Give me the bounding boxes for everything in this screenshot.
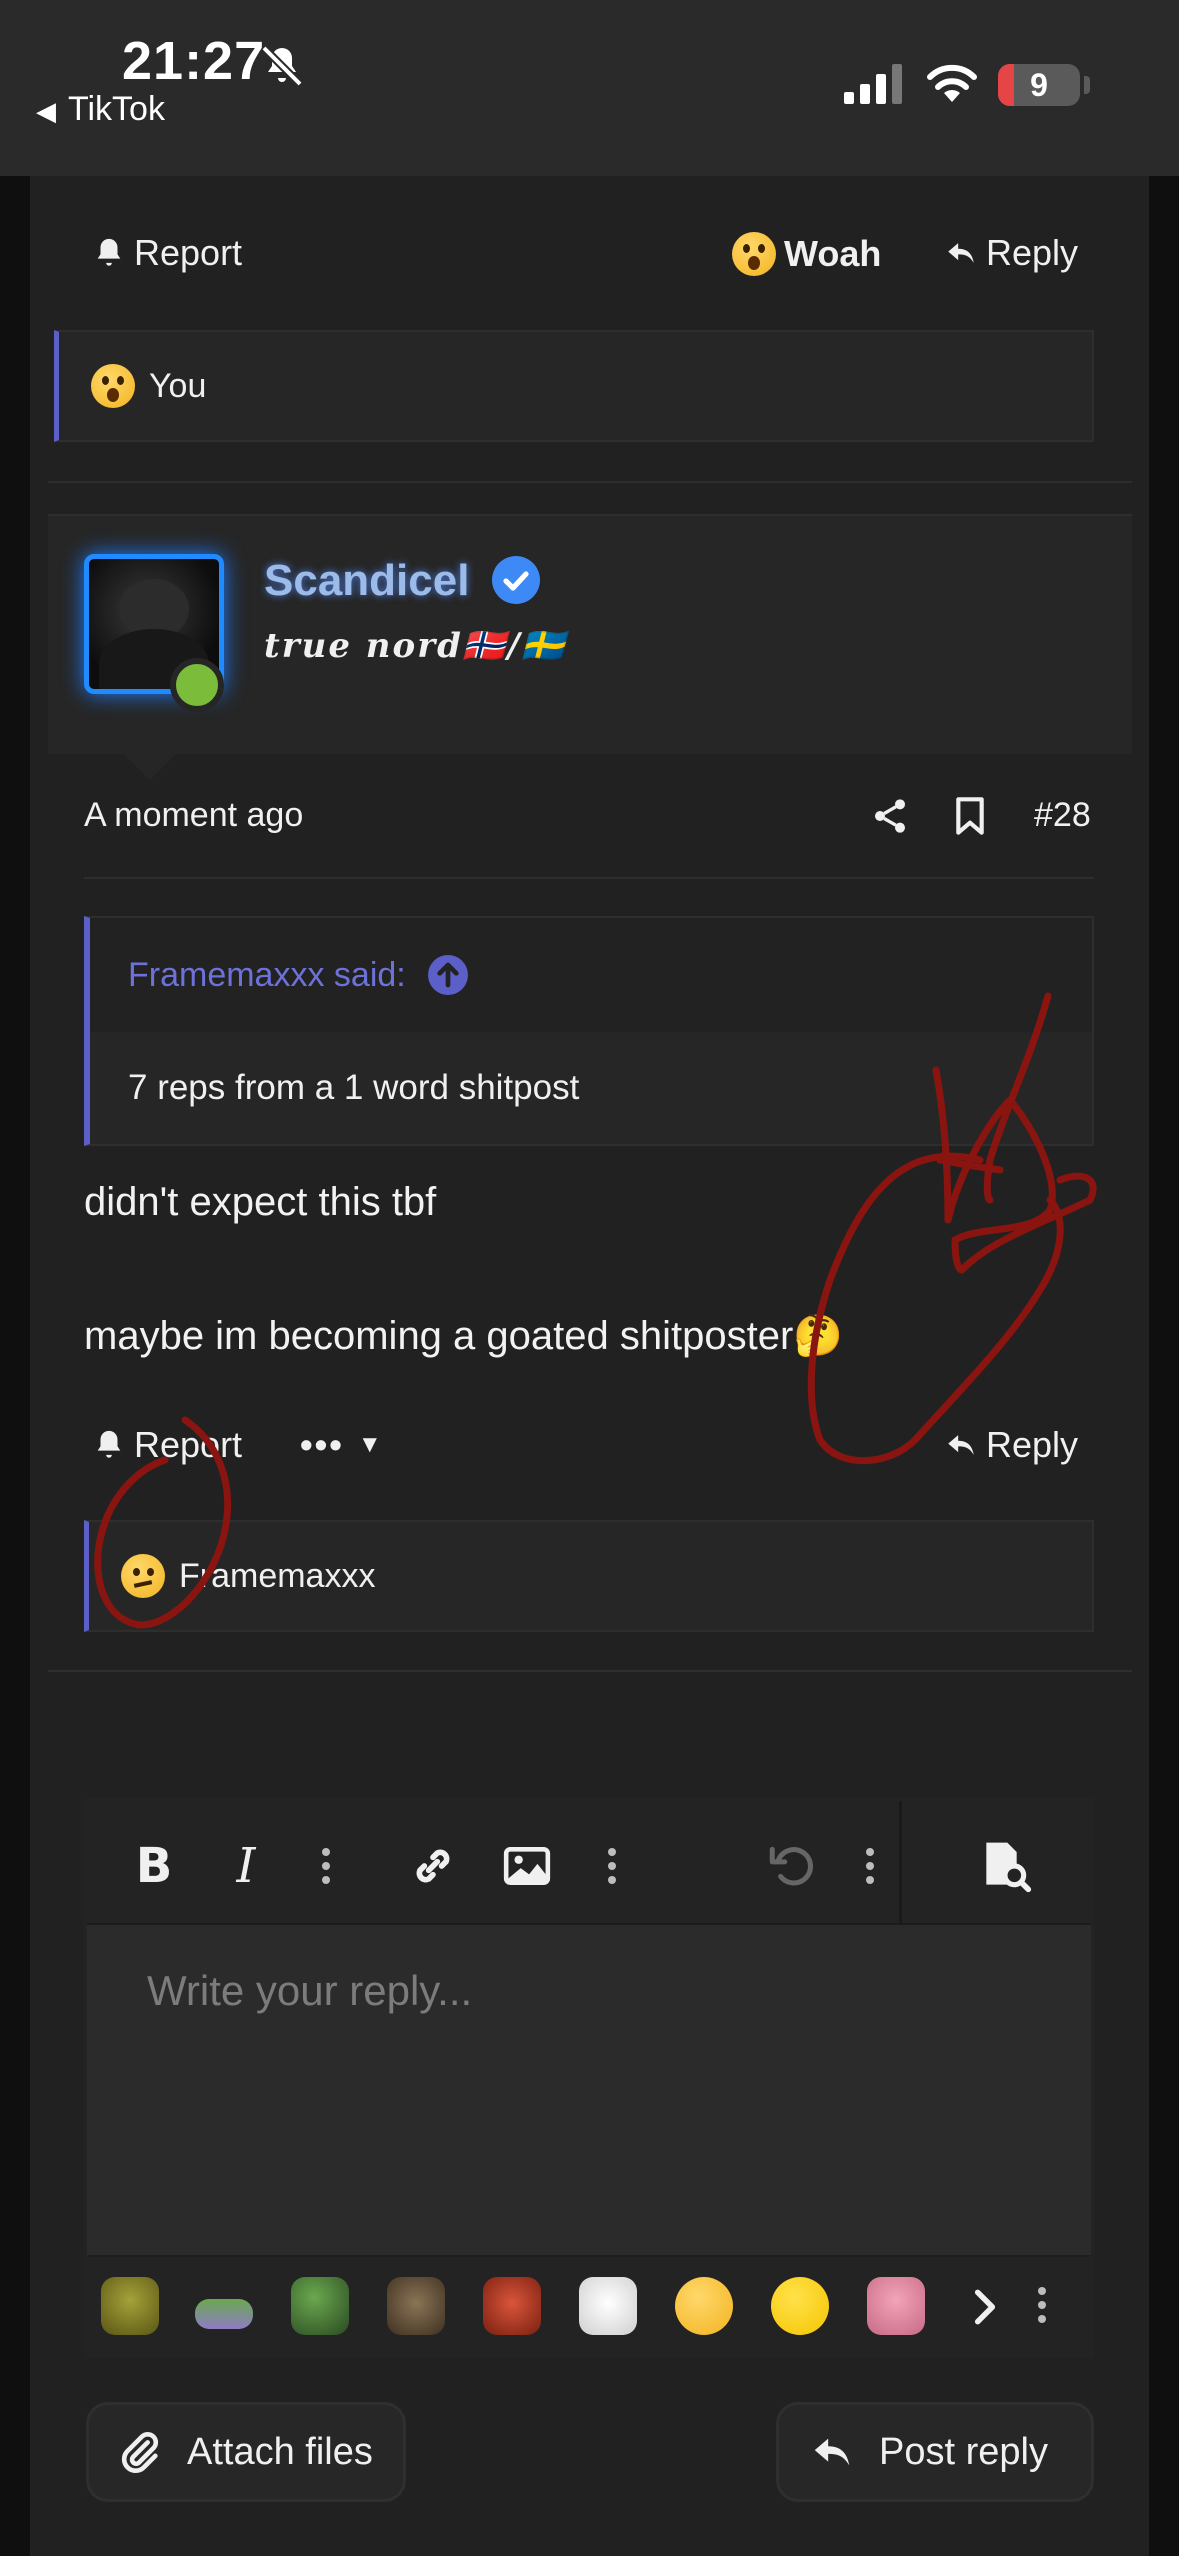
pepe-suit-smilie-icon[interactable] (291, 2277, 349, 2335)
chick-smilie-icon[interactable] (771, 2277, 829, 2335)
prev-post-reactions-bar[interactable]: You (54, 330, 1094, 442)
meta-divider (84, 877, 1094, 879)
post-reply-label: Post reply (879, 2430, 1048, 2473)
bold-icon[interactable]: B (129, 1838, 179, 1894)
smilie-menu-icon[interactable] (1037, 2283, 1051, 2331)
more-actions-menu[interactable]: ••• ▼ (300, 1424, 384, 1466)
link-icon[interactable] (405, 1841, 461, 1891)
more-editor-options-icon[interactable] (855, 1841, 885, 1891)
reply-placeholder: Write your reply... (147, 1967, 473, 2014)
more-text-options-icon[interactable] (311, 1841, 341, 1891)
bell-icon (97, 1430, 121, 1458)
report-label: Report (134, 1424, 243, 1465)
share-icon[interactable] (870, 796, 910, 836)
attach-files-button[interactable]: Attach files (86, 2402, 406, 2502)
quote-author: Framemaxxx said: (128, 955, 406, 994)
battery-indicator: 9 (998, 64, 1080, 106)
astonished-emoji-icon (91, 364, 135, 408)
attach-files-label: Attach files (187, 2430, 373, 2473)
prev-post-reply-button[interactable]: Reply (944, 232, 1078, 274)
quote-header[interactable]: Framemaxxx said: (90, 918, 1092, 1032)
undo-icon[interactable] (763, 1841, 819, 1891)
image-icon[interactable] (499, 1841, 555, 1891)
pepe-sleeping-smilie-icon[interactable] (195, 2299, 253, 2329)
status-time: 21:27 (122, 31, 266, 91)
paperclip-icon (121, 2432, 159, 2473)
post-body-line-1: didn't expect this tbf (84, 1180, 437, 1224)
smilie-bar (87, 2255, 1091, 2355)
battery-level: 9 (1030, 67, 1048, 103)
cellular-signal-icon (844, 64, 902, 104)
post-reply-button[interactable]: Reply (944, 1424, 1078, 1466)
more-label: ••• (300, 1424, 344, 1465)
chevron-right-icon[interactable] (963, 2283, 1007, 2331)
leo-cheers-smilie-icon[interactable] (483, 2277, 541, 2335)
reply-icon (948, 243, 974, 263)
post-body-line-2: maybe im becoming a goated shitposter🤔 (84, 1314, 844, 1358)
reply-label: Reply (986, 1424, 1079, 1465)
reaction-woah-button[interactable]: Woah (732, 232, 881, 276)
shrek-smilie-icon[interactable] (101, 2277, 159, 2335)
post-number-link[interactable]: #28 (1034, 796, 1091, 835)
anime-girl-smilie-icon[interactable] (867, 2277, 925, 2335)
quote-block: Framemaxxx said: 7 reps from a 1 word sh… (84, 916, 1094, 1146)
capybara-smilie-icon[interactable] (387, 2277, 445, 2335)
wifi-icon (927, 64, 977, 102)
post-divider (48, 1670, 1132, 1672)
post-report-button[interactable]: Report (92, 1424, 242, 1466)
bell-muted-icon (261, 45, 303, 87)
laughing-emoji-icon[interactable] (675, 2277, 733, 2335)
post-reactions-bar[interactable]: Framemaxxx (84, 1520, 1094, 1632)
reacted-by: You (149, 366, 207, 405)
quote-text: 7 reps from a 1 word shitpost (128, 1068, 580, 1107)
reply-editor: B I Write your reply... (84, 1798, 1094, 2358)
editor-toolbar: B I (87, 1801, 1091, 1925)
online-status-dot (170, 658, 224, 712)
reply-icon (948, 1435, 974, 1455)
user-title: 𝒕𝒓𝒖𝒆 𝒏𝒐𝒓𝒅🇳🇴/🇸🇪 (264, 626, 566, 666)
post-timestamp[interactable]: A moment ago (84, 796, 303, 835)
wojak-smilie-icon[interactable] (579, 2277, 637, 2335)
back-to-app-link[interactable]: ◀ TikTok (36, 90, 165, 129)
caret-down-icon: ▼ (357, 1431, 384, 1458)
back-arrow-icon: ◀ (36, 96, 56, 126)
bell-icon (97, 238, 121, 266)
preview-icon[interactable] (975, 1841, 1035, 1893)
post-divider (48, 481, 1132, 483)
bookmark-icon[interactable] (952, 796, 988, 836)
arrow-up-icon[interactable] (427, 955, 468, 995)
username-link[interactable]: Scandicel (264, 556, 469, 606)
italic-icon[interactable]: I (221, 1838, 271, 1894)
reply-text-input[interactable]: Write your reply... (87, 1925, 1091, 2255)
post-reply-button[interactable]: Post reply (776, 2402, 1094, 2502)
more-insert-options-icon[interactable] (597, 1841, 627, 1891)
reply-label: Reply (986, 232, 1079, 273)
back-app-label: TikTok (68, 90, 165, 128)
prev-post-report[interactable]: Report (92, 232, 242, 274)
confused-emoji-icon (121, 1554, 165, 1598)
report-label: Report (134, 232, 243, 273)
reacted-by: Framemaxxx (179, 1556, 376, 1595)
reaction-label: Woah (784, 233, 882, 274)
reply-icon (814, 2438, 850, 2466)
verified-badge-icon (492, 556, 540, 604)
status-bar: 21:27 ◀ TikTok 9 (0, 0, 1179, 176)
astonished-emoji-icon (732, 232, 776, 276)
